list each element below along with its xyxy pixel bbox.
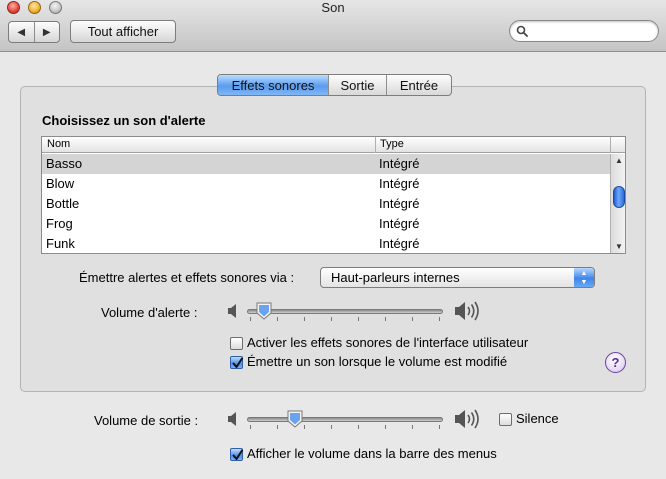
column-divider	[375, 137, 376, 153]
header-corner	[610, 137, 625, 153]
tab-output[interactable]: Sortie	[329, 75, 387, 95]
window-title: Son	[321, 0, 345, 15]
table-row[interactable]: Frog Intégré	[42, 214, 610, 234]
tab-input[interactable]: Entrée	[387, 75, 451, 95]
tab-sound-effects[interactable]: Effets sonores	[218, 75, 329, 95]
close-window-button[interactable]	[7, 1, 20, 14]
slider-knob[interactable]	[256, 302, 272, 320]
speaker-low-icon	[228, 412, 236, 426]
output-volume-label: Volume de sortie :	[94, 413, 199, 428]
alert-sound-heading: Choisissez un son d'alerte	[42, 113, 206, 128]
table-row[interactable]: Funk Intégré	[42, 234, 610, 253]
scroll-up-arrow-icon[interactable]: ▲	[611, 154, 625, 168]
tab-bar: Effets sonores Sortie Entrée	[217, 74, 452, 96]
row-type: Intégré	[379, 196, 420, 211]
output-device-label: Émettre alertes et effets sonores via :	[79, 270, 295, 285]
row-type: Intégré	[379, 236, 420, 251]
column-header-name[interactable]: Nom	[47, 138, 70, 150]
table-header: Nom Type	[42, 137, 610, 153]
table-scrollbar[interactable]: ▲ ▼	[610, 154, 625, 253]
table-rows: Basso Intégré Blow Intégré Bottle Intégr…	[42, 154, 610, 253]
show-all-button[interactable]: Tout afficher	[70, 20, 176, 43]
mute-label[interactable]: Silence	[516, 411, 559, 426]
forward-button[interactable]: ▶	[35, 22, 60, 42]
row-type: Intégré	[379, 156, 420, 171]
mute-checkbox[interactable]	[499, 413, 512, 426]
menubar-volume-label[interactable]: Afficher le volume dans la barre des men…	[247, 446, 497, 461]
speaker-low-icon	[228, 304, 236, 318]
ui-sound-effects-checkbox[interactable]	[230, 337, 243, 350]
row-name: Frog	[46, 216, 73, 231]
alert-sound-table[interactable]: Nom Type Basso Intégré Blow Intégré Bott…	[41, 136, 626, 254]
checkmark-icon	[232, 449, 243, 460]
forward-arrow-icon: ▶	[42, 26, 51, 38]
back-arrow-icon: ◀	[17, 26, 26, 38]
slider-knob[interactable]	[287, 410, 303, 428]
row-name: Bottle	[46, 196, 80, 211]
output-device-value: Haut-parleurs internes	[331, 270, 460, 285]
speaker-high-icon	[455, 301, 479, 321]
slider-track	[247, 309, 443, 314]
minimize-window-button[interactable]	[28, 1, 41, 14]
help-button[interactable]: ?	[605, 352, 626, 373]
popup-arrows-icon: ▲ ▼	[574, 268, 594, 287]
menubar-volume-checkbox[interactable]	[230, 448, 243, 461]
row-name: Funk	[46, 236, 75, 251]
table-row[interactable]: Basso Intégré	[42, 154, 610, 174]
table-row[interactable]: Bottle Intégré	[42, 194, 610, 214]
search-field[interactable]	[509, 20, 659, 42]
zoom-window-button[interactable]	[49, 1, 62, 14]
volume-feedback-checkbox[interactable]	[230, 356, 243, 369]
row-type: Intégré	[379, 216, 420, 231]
scroll-thumb[interactable]	[613, 186, 625, 208]
row-type: Intégré	[379, 176, 420, 191]
volume-feedback-label[interactable]: Émettre un son lorsque le volume est mod…	[247, 354, 507, 369]
back-forward-control: ◀ ▶	[8, 21, 60, 43]
output-device-popup[interactable]: Haut-parleurs internes ▲ ▼	[320, 267, 595, 288]
ui-sound-effects-label[interactable]: Activer les effets sonores de l'interfac…	[247, 335, 528, 350]
slider-track	[247, 417, 443, 422]
window-toolbar: Son ◀ ▶ Tout afficher	[0, 0, 666, 52]
row-name: Basso	[46, 156, 83, 171]
search-icon	[516, 25, 528, 37]
scroll-down-arrow-icon[interactable]: ▼	[611, 240, 625, 253]
alert-volume-label: Volume d'alerte :	[101, 305, 198, 320]
output-volume-slider[interactable]	[247, 410, 443, 430]
checkmark-icon	[232, 357, 243, 368]
row-name: Blow	[46, 176, 75, 191]
slider-ticks	[247, 425, 443, 429]
slider-ticks	[247, 317, 443, 321]
back-button[interactable]: ◀	[9, 22, 35, 42]
table-row[interactable]: Blow Intégré	[42, 174, 610, 194]
speaker-high-icon	[455, 409, 479, 429]
column-header-type[interactable]: Type	[380, 138, 404, 150]
alert-volume-slider[interactable]	[247, 302, 443, 322]
